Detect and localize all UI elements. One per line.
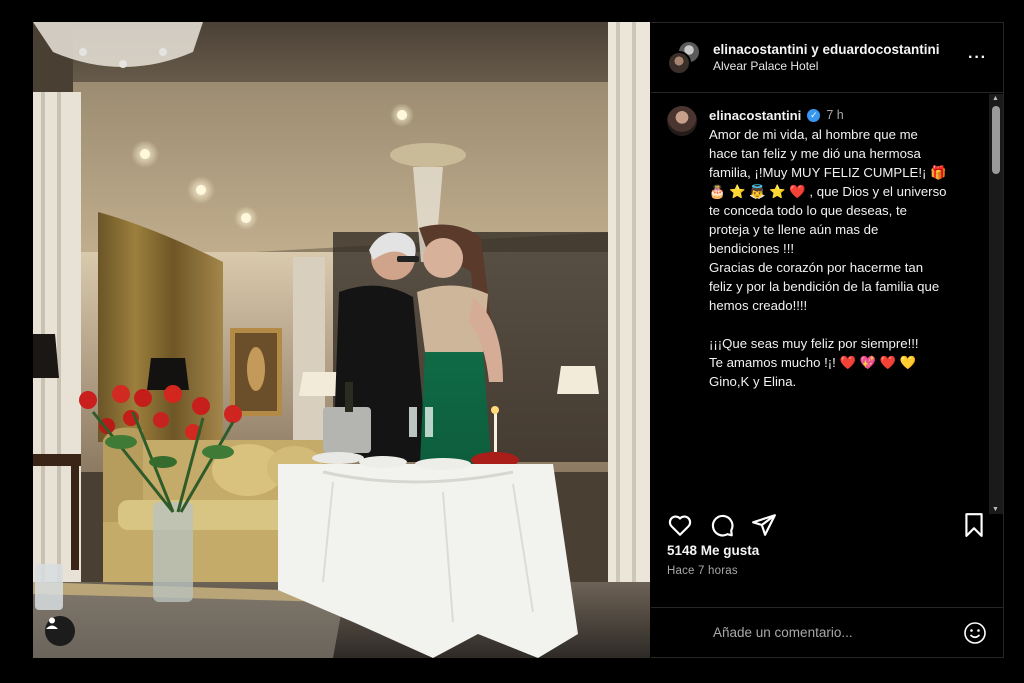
more-options-icon[interactable]: ··· (968, 49, 987, 67)
photo-illustration (33, 22, 650, 658)
caption-line: familia, ¡!Muy MUY FELIZ CUMPLE!¡ 🎁 (709, 165, 947, 180)
bookmark-icon[interactable] (961, 512, 987, 538)
caption-line: feliz y por la bendición de la familia q… (709, 279, 940, 294)
caption-line: Gracias de corazón por hacerme tan (709, 260, 924, 275)
caption-scrollbar[interactable]: ▲ ▼ (989, 94, 1003, 514)
caption-line: Amor de mi vida, al hombre que me (709, 127, 918, 142)
caption-line: proteja y te llene aún mas de (709, 222, 879, 237)
caption-line: Gino,K y Elina. (709, 374, 797, 389)
emoji-icon[interactable] (963, 621, 987, 645)
share-icon[interactable] (751, 512, 777, 538)
post-timestamp[interactable]: Hace 7 horas (667, 565, 738, 577)
caption-line: hemos creado!!!! (709, 298, 808, 313)
scroll-up-icon[interactable]: ▲ (992, 95, 999, 102)
heart-icon[interactable] (667, 512, 693, 538)
comment-icon[interactable] (709, 512, 735, 538)
user-tag-button[interactable] (45, 616, 75, 646)
collab-avatars[interactable] (667, 39, 703, 76)
verified-badge-icon: ✓ (807, 109, 821, 122)
post-photo[interactable] (33, 22, 650, 658)
comment-input[interactable]: Añade un comentario... (713, 625, 963, 640)
post-actions (651, 503, 1003, 547)
caption-line: ¡¡¡Que seas muy feliz por siempre!!! (709, 336, 919, 351)
caption-line: bendiciones !!! (709, 241, 795, 256)
header-usernames[interactable]: elinacostantini y eduardocostantini (713, 41, 968, 58)
post-header: elinacostantini y eduardocostantini Alve… (651, 23, 1003, 93)
caption-line: te conceda todo lo que deseas, te (709, 203, 907, 218)
caption-line: 🎂 ⭐ 👼 ⭐ ❤️ , que Dios y el universo (709, 184, 947, 199)
caption-text: Amor de mi vida, al hombre que me hace ta… (709, 125, 947, 391)
caption-line: Te amamos mucho !¡! ❤️ 💖 ❤️ 💛 (709, 355, 917, 370)
user-tag-icon (46, 617, 58, 629)
caption-time[interactable]: 7 h (826, 106, 843, 125)
scrollbar-thumb[interactable] (992, 106, 1000, 174)
caption-section: elinacostantini ✓ 7 h Amor de mi vida, a… (651, 94, 991, 494)
caption-line (709, 315, 947, 334)
avatar[interactable] (667, 106, 697, 136)
avatar (667, 50, 691, 75)
header-location[interactable]: Alvear Palace Hotel (713, 58, 968, 75)
comment-bar: Añade un comentario... (651, 607, 1003, 657)
likes-count[interactable]: 5148 Me gusta (667, 543, 759, 558)
caption-username[interactable]: elinacostantini (709, 106, 801, 125)
caption-line: hace tan feliz y me dió una hermosa (709, 146, 921, 161)
post-side-panel: elinacostantini y eduardocostantini Alve… (651, 22, 1004, 658)
